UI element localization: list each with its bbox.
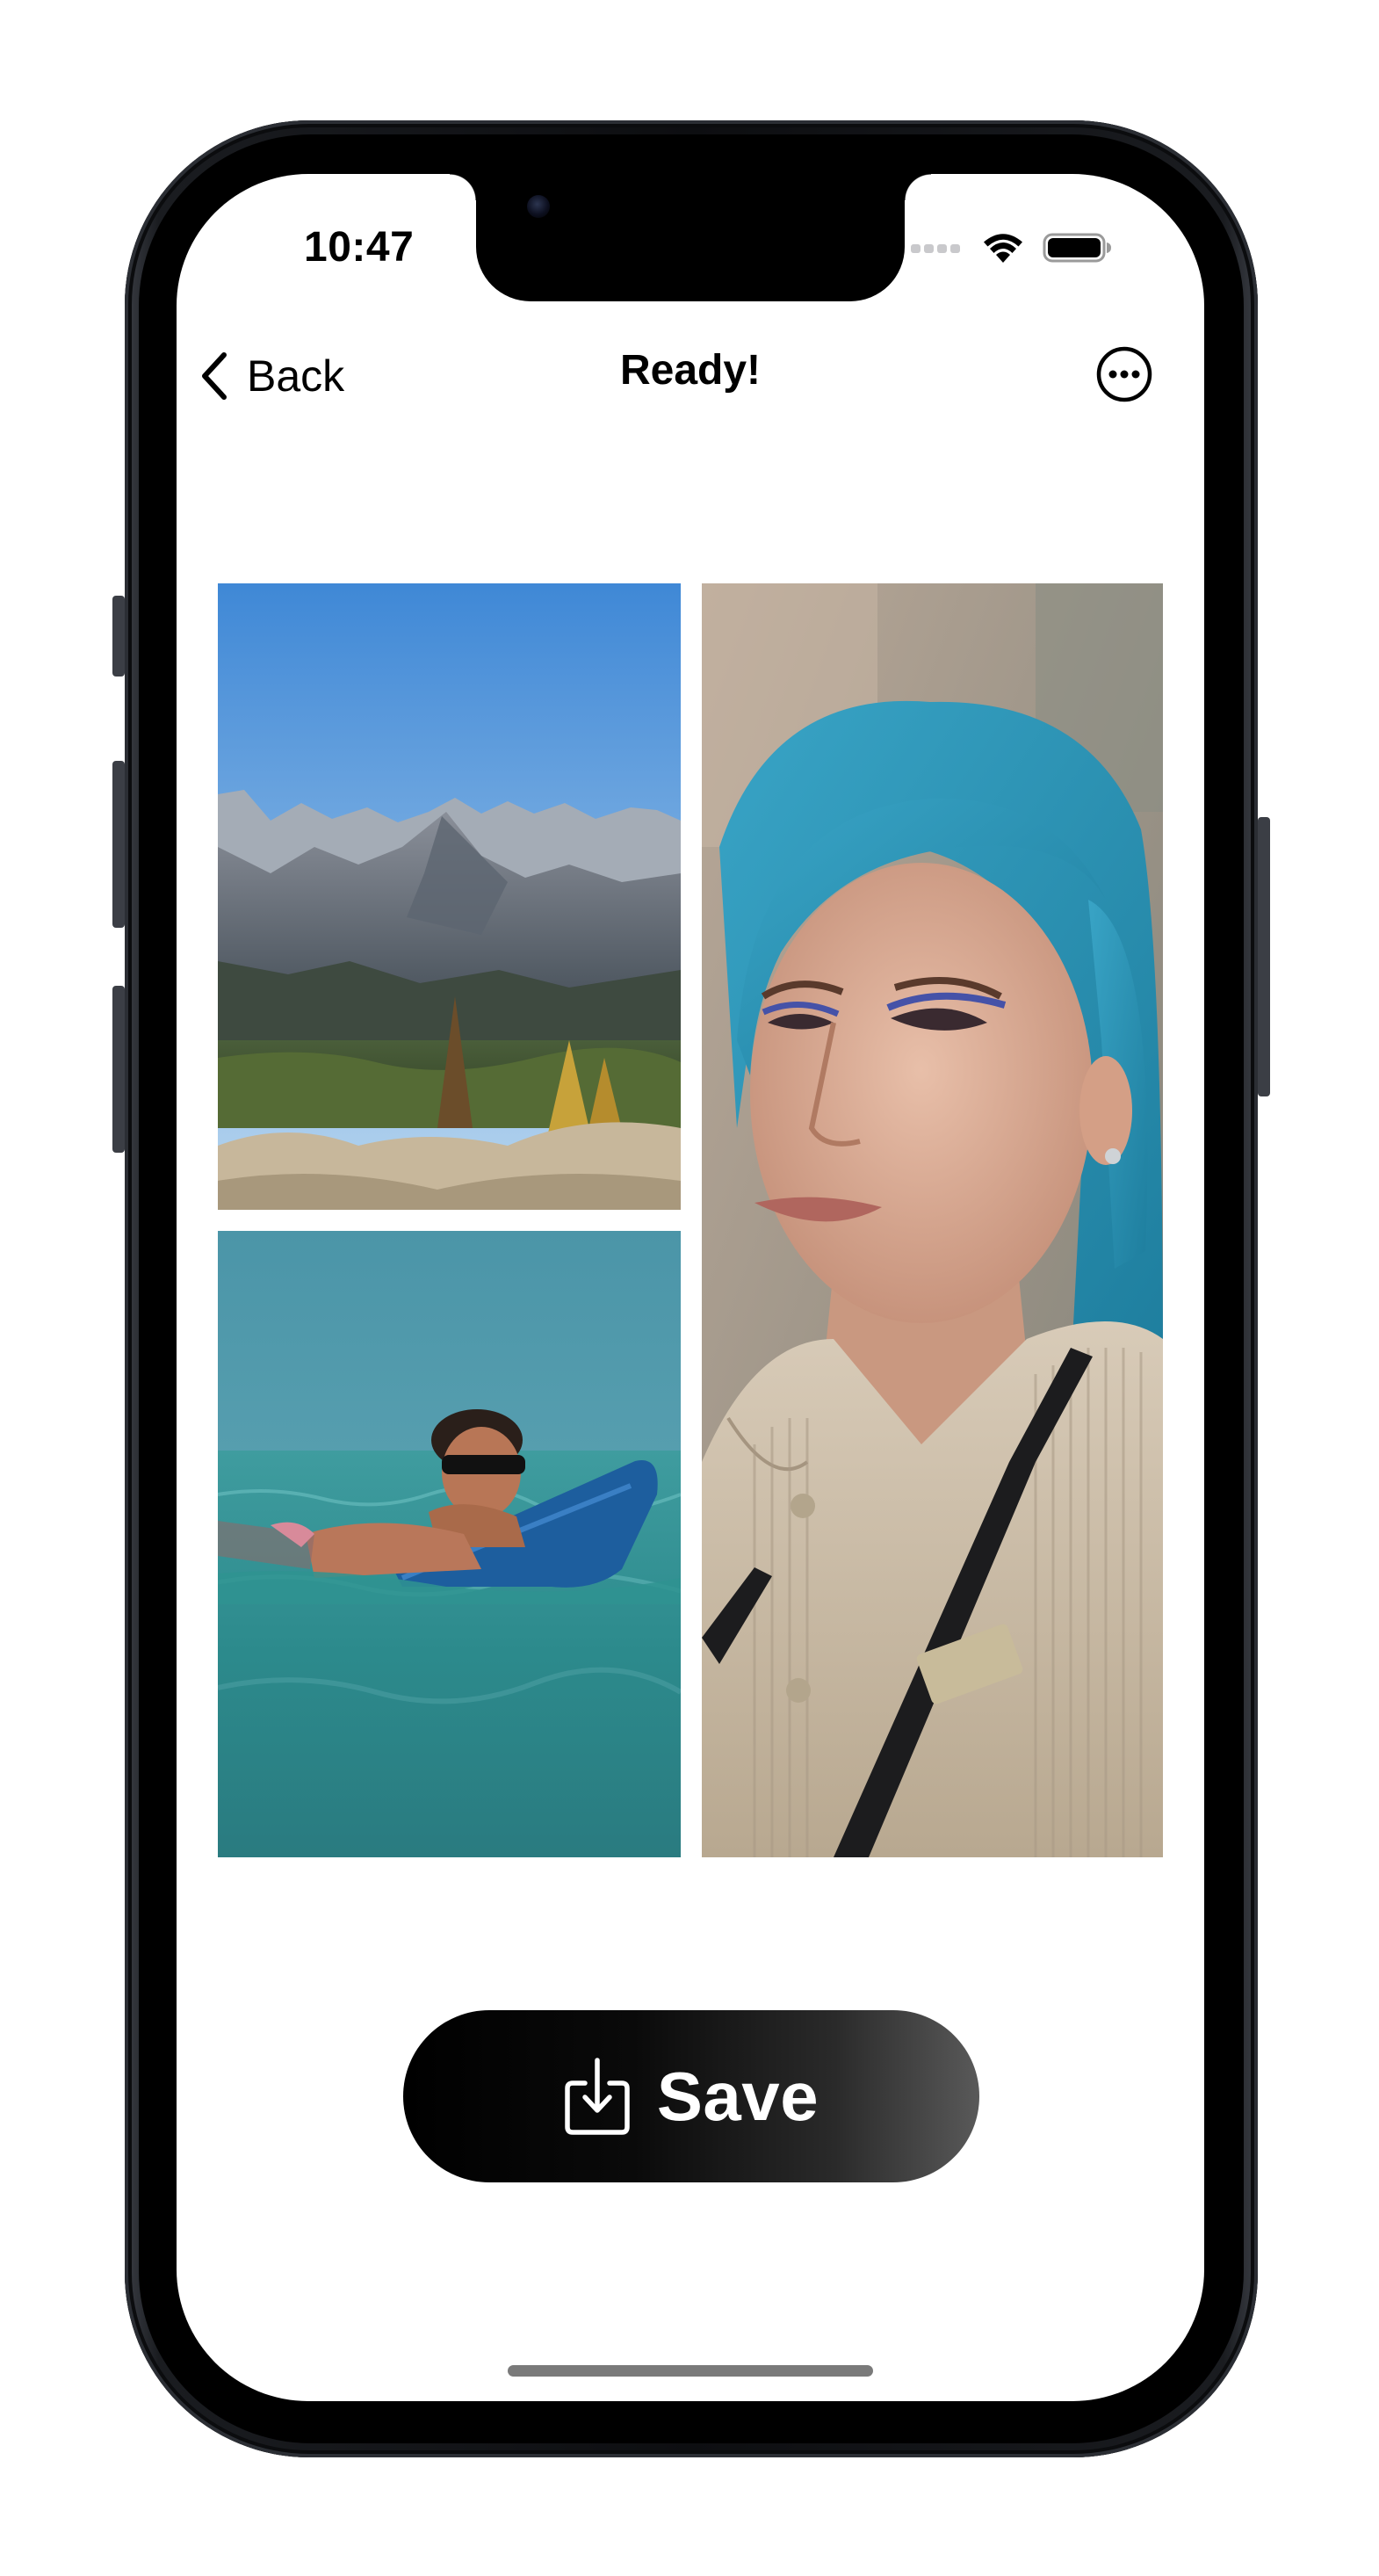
surfer-photo[interactable]: [218, 1231, 681, 1857]
screen: 10:47 Back Ready! Save: [177, 174, 1204, 2401]
status-indicators: [911, 230, 1113, 265]
portrait-photo[interactable]: [702, 583, 1163, 1857]
volume-down-button: [112, 986, 125, 1153]
cellular-signal-icon: [911, 242, 965, 253]
battery-icon: [1043, 233, 1111, 263]
save-label: Save: [656, 2057, 819, 2135]
ellipsis-circle-icon[interactable]: [1095, 345, 1153, 403]
wifi-icon: [984, 234, 1022, 263]
back-button[interactable]: Back: [196, 341, 344, 411]
save-button[interactable]: Save: [403, 2010, 979, 2182]
notch: [450, 174, 931, 301]
chevron-left-icon: [202, 352, 227, 400]
volume-up-button: [112, 761, 125, 928]
photo-collage: [218, 583, 1163, 1857]
power-button: [1258, 817, 1270, 1096]
back-label: Back: [247, 351, 345, 401]
home-indicator[interactable]: [508, 2365, 873, 2377]
mute-switch: [112, 596, 125, 677]
page: 10:47 Back Ready! Save: [0, 0, 1379, 2576]
download-tray-icon: [565, 2058, 630, 2135]
camera-icon: [527, 195, 550, 218]
mountain-photo[interactable]: [218, 583, 681, 1210]
status-time: 10:47: [304, 224, 415, 271]
page-title: Ready!: [619, 347, 762, 394]
